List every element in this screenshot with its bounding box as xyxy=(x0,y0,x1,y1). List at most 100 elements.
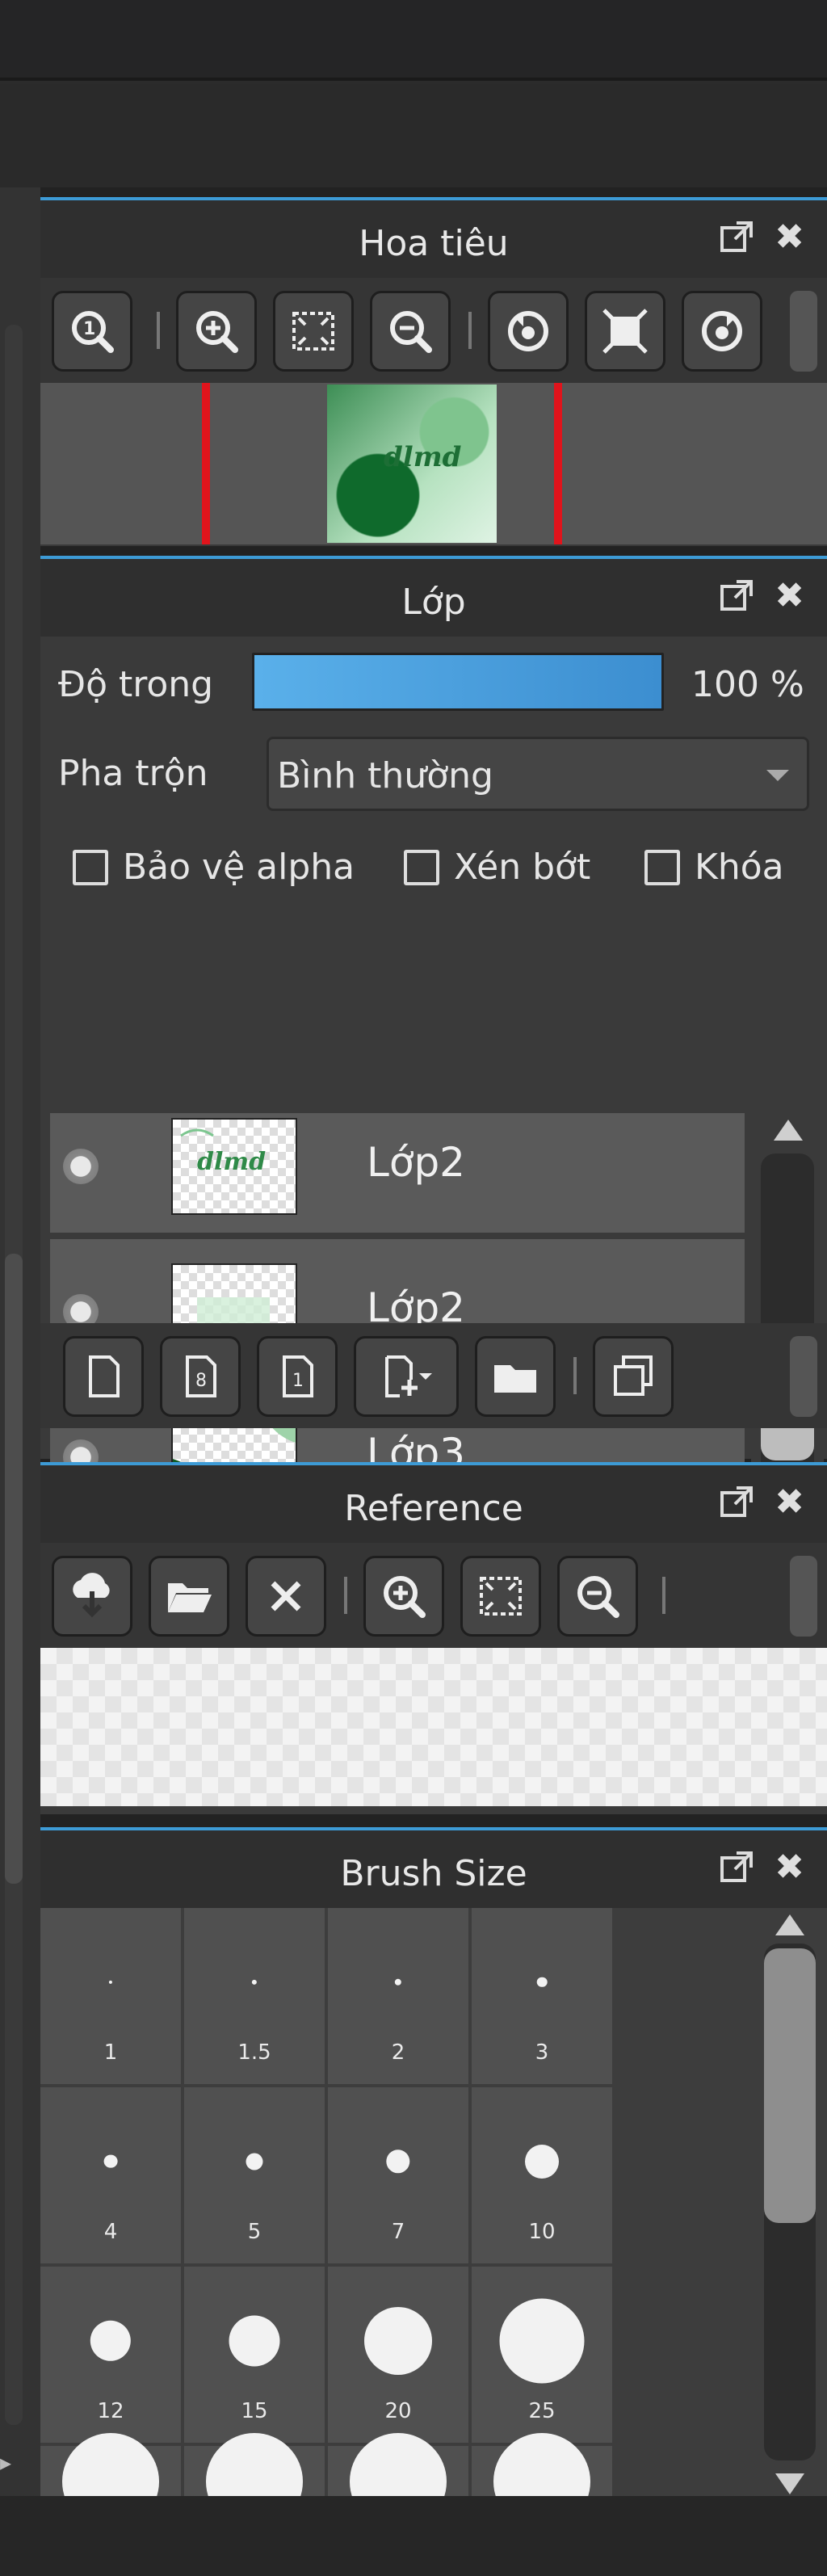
opacity-value: 100 % xyxy=(691,664,804,705)
zoom-out-icon[interactable] xyxy=(370,291,451,372)
toolbar-scroll[interactable] xyxy=(790,1336,817,1417)
popout-icon[interactable] xyxy=(719,220,754,262)
brush-dot xyxy=(62,2432,159,2506)
brush-size-label: 1.5 xyxy=(237,2040,271,2065)
fit-icon[interactable] xyxy=(460,1556,541,1637)
clipping-checkbox[interactable]: Xén bớt xyxy=(404,847,590,888)
close-icon[interactable]: ✖ xyxy=(775,1485,804,1520)
checkbox-box[interactable] xyxy=(404,849,439,885)
panel-title: Lớp xyxy=(401,582,466,623)
toolbar-scroll[interactable] xyxy=(790,1556,817,1637)
brush-dot xyxy=(525,2144,559,2179)
brush-size-label: 7 xyxy=(391,2220,405,2244)
scroll-right-icon[interactable]: ▸ xyxy=(0,2449,18,2476)
open-folder-icon[interactable] xyxy=(149,1556,229,1637)
brush-size-label: 4 xyxy=(103,2220,118,2244)
navigator-preview[interactable]: dlmd xyxy=(40,383,827,544)
brush-dot xyxy=(350,2432,447,2506)
zoom-actual-icon[interactable]: 1 xyxy=(52,291,132,372)
rotate-left-icon[interactable] xyxy=(488,291,569,372)
popout-icon[interactable] xyxy=(719,1850,754,1892)
brush-dot xyxy=(229,2315,280,2367)
brush-size-cell[interactable]: 1 xyxy=(40,1908,181,2084)
duplicate-icon[interactable] xyxy=(593,1336,674,1417)
brush-size-cell[interactable]: 2 xyxy=(328,1908,468,2084)
brush-size-cell[interactable]: 3 xyxy=(472,1908,612,2084)
scroll-thumb[interactable] xyxy=(764,1948,816,2223)
add-layer-dropdown-icon[interactable] xyxy=(354,1336,459,1417)
checkbox-label: Bảo vệ alpha xyxy=(123,847,355,888)
blend-label: Pha trộn xyxy=(58,753,208,794)
list-item[interactable]: dlmd Lớp2 xyxy=(50,1113,745,1236)
thumbnail-text: dlmd xyxy=(384,441,462,473)
brush-size-cell[interactable]: 10 xyxy=(472,2087,612,2263)
checkbox-label: Xén bớt xyxy=(454,847,591,888)
layer-header: Lớp ✖ xyxy=(40,556,827,637)
opacity-slider[interactable] xyxy=(252,653,664,711)
fit-icon[interactable] xyxy=(273,291,354,372)
checkbox-box[interactable] xyxy=(644,849,680,885)
layer-toolbar: 8 1 xyxy=(40,1323,827,1428)
close-icon[interactable]: ✖ xyxy=(775,578,804,614)
lock-checkbox[interactable]: Khóa xyxy=(644,847,784,888)
clear-icon[interactable] xyxy=(246,1556,326,1637)
canvas-scroll-thumb[interactable] xyxy=(5,1254,23,1884)
brush-size-cell[interactable]: 4 xyxy=(40,2087,181,2263)
brush-size-cell[interactable]: 15 xyxy=(184,2267,325,2443)
brush-scrollbar[interactable] xyxy=(751,1908,827,2506)
popout-icon[interactable] xyxy=(719,578,754,620)
brush-size-cell[interactable]: 5 xyxy=(184,2087,325,2263)
brush-dot xyxy=(364,2306,432,2375)
popout-icon[interactable] xyxy=(719,1485,754,1527)
zoom-in-icon[interactable] xyxy=(363,1556,444,1637)
close-icon[interactable]: ✖ xyxy=(775,1850,804,1885)
brush-size-cell[interactable]: 20 xyxy=(328,2267,468,2443)
reference-canvas[interactable] xyxy=(40,1648,827,1806)
separator xyxy=(573,1357,577,1394)
brush-size-label: 5 xyxy=(247,2220,262,2244)
brush-dot xyxy=(90,2320,132,2361)
visibility-toggle-icon[interactable] xyxy=(63,1149,99,1184)
brush-size-cell[interactable]: 25 xyxy=(472,2267,612,2443)
import-icon[interactable] xyxy=(52,1556,132,1637)
rotate-right-icon[interactable] xyxy=(682,291,762,372)
checkbox-box[interactable] xyxy=(73,849,108,885)
new-layer-icon[interactable] xyxy=(63,1336,144,1417)
scroll-up-icon[interactable] xyxy=(774,1120,803,1141)
scroll-up-icon[interactable] xyxy=(775,1914,804,1935)
brush-size-cell[interactable]: 7 xyxy=(328,2087,468,2263)
svg-text:1: 1 xyxy=(83,319,95,339)
brush-size-label: 10 xyxy=(528,2220,556,2244)
scroll-down-icon[interactable] xyxy=(775,2473,804,2494)
close-icon[interactable]: ✖ xyxy=(775,220,804,255)
svg-text:8: 8 xyxy=(195,1371,207,1391)
zoom-in-icon[interactable] xyxy=(176,291,257,372)
toolbar-scroll[interactable] xyxy=(790,291,817,372)
brush-dot xyxy=(108,1980,113,1984)
brush-size-label: 15 xyxy=(241,2399,268,2423)
bottom-bar xyxy=(0,2496,827,2576)
brush-size-cell[interactable]: 12 xyxy=(40,2267,181,2443)
navigator-panel: Hoa tiêu ✖ 1 dlmd xyxy=(40,197,827,546)
canvas-scrollbar[interactable] xyxy=(5,325,23,2425)
brush-dot xyxy=(536,1977,548,1987)
brush-size-cell[interactable]: 1.5 xyxy=(184,1908,325,2084)
reference-panel: Reference ✖ xyxy=(40,1462,827,1814)
separator xyxy=(468,312,472,349)
brush-size-header: Brush Size ✖ xyxy=(40,1827,827,1908)
side-panels: Hoa tiêu ✖ 1 dlmd Lớp ✖ Độ trong 100 % P… xyxy=(40,187,827,2576)
new-1bit-layer-icon[interactable]: 1 xyxy=(257,1336,338,1417)
svg-text:1: 1 xyxy=(292,1371,304,1391)
panel-title: Reference xyxy=(344,1488,523,1529)
reference-toolbar xyxy=(40,1543,827,1648)
folder-icon[interactable] xyxy=(475,1336,556,1417)
navigator-header: Hoa tiêu ✖ xyxy=(40,197,827,278)
new-8bit-layer-icon[interactable]: 8 xyxy=(160,1336,241,1417)
blend-row: Pha trộn Bình thường xyxy=(40,729,827,811)
zoom-out-icon[interactable] xyxy=(557,1556,638,1637)
blend-mode-select[interactable]: Bình thường xyxy=(267,737,809,811)
protect-alpha-checkbox[interactable]: Bảo vệ alpha xyxy=(73,847,355,888)
layer-thumbnail: dlmd xyxy=(171,1118,297,1215)
fullscreen-icon[interactable] xyxy=(585,291,665,372)
separator xyxy=(157,312,160,349)
